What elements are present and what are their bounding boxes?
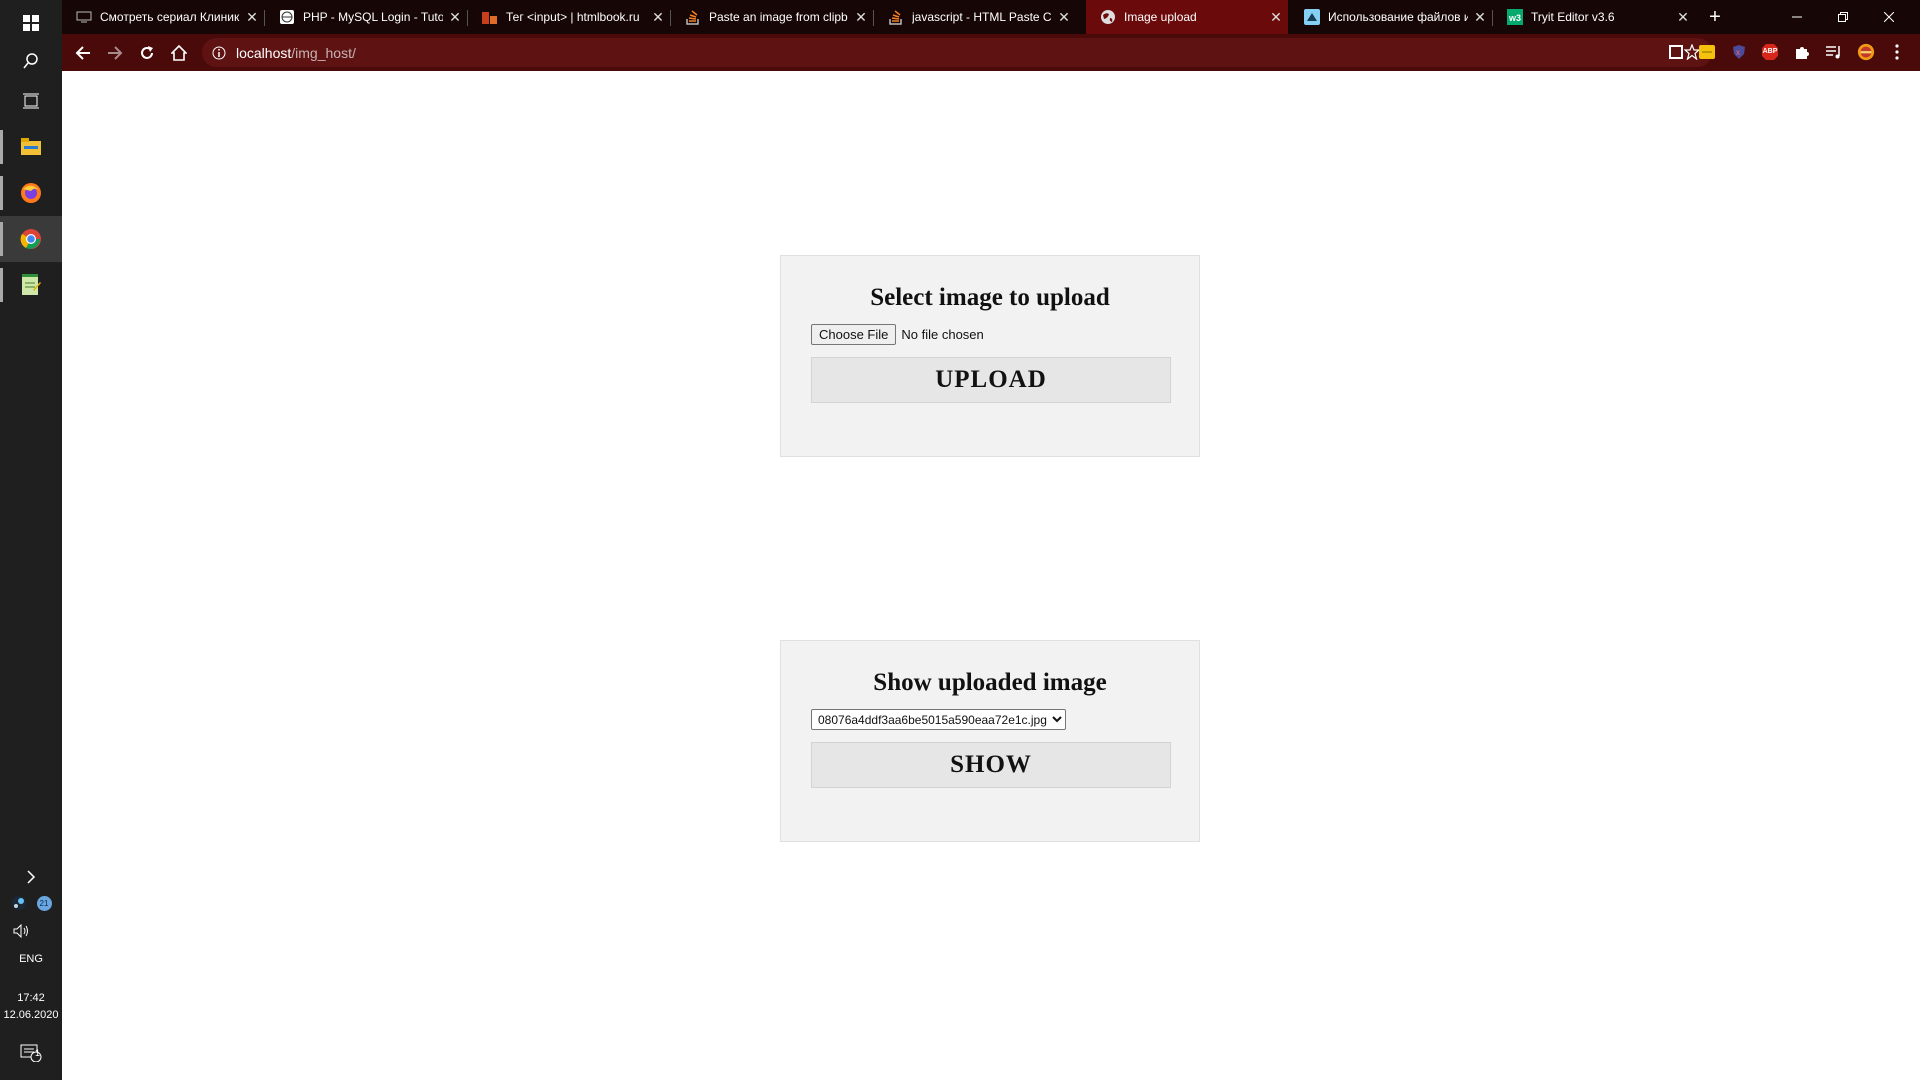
mdn-icon [1304,9,1320,25]
globe-icon [279,9,295,25]
new-tab-button[interactable]: + [1697,0,1733,34]
close-icon[interactable]: ✕ [1264,9,1288,26]
upload-heading: Select image to upload [870,284,1110,311]
upload-button[interactable]: UPLOAD [811,357,1171,403]
windows-taskbar: 21 ENG 17:42 12.06.2020 1 [0,0,62,1080]
image-select[interactable]: 08076a4ddf3aa6be5015a590eaa72e1c.jpg [811,709,1066,730]
clock-date[interactable]: 12.06.2020 [0,1009,62,1021]
close-window-button[interactable] [1866,0,1912,34]
tab-title: PHP - MySQL Login - Tuto [303,10,443,24]
stackoverflow-icon [685,9,701,25]
tab-5[interactable]: Image upload ✕ [1086,0,1288,34]
show-form: Show uploaded image 08076a4ddf3aa6be5015… [780,640,1200,842]
tray-badge[interactable]: 21 [36,895,52,911]
tab-title: javascript - HTML Paste Cl [912,10,1052,24]
w3schools-icon: w3 [1507,9,1523,25]
back-button[interactable] [70,40,96,66]
close-icon[interactable]: ✕ [1671,9,1695,26]
extension-notes-icon[interactable] [1698,43,1716,61]
adblock-plus-icon[interactable]: ABP [1761,43,1779,61]
show-button[interactable]: SHOW [811,742,1171,788]
close-icon[interactable]: ✕ [443,9,467,26]
tab-0[interactable]: Смотреть сериал Клиника ✕ [62,0,264,34]
show-heading: Show uploaded image [873,669,1107,696]
stackoverflow-icon [888,9,904,25]
tray-icons: 21 [0,886,62,920]
clock-time[interactable]: 17:42 [0,992,62,1004]
browser-tabstrip: Смотреть сериал Клиника ✕ PHP - MySQL Lo… [62,0,1920,34]
tab-title: Image upload [1124,10,1197,24]
tab-title: Tryit Editor v3.6 [1531,10,1615,24]
close-icon[interactable]: ✕ [849,9,873,26]
tab-title: Тег <input> | htmlbook.ru [506,10,640,24]
globe-icon [1100,9,1116,25]
minimize-button[interactable] [1774,0,1820,34]
file-status-text: No file chosen [901,327,984,342]
tab-3[interactable]: Paste an image from clipb ✕ [671,0,873,34]
tab-2[interactable]: Тег <input> | htmlbook.ru ✕ [468,0,670,34]
steam-icon[interactable] [11,895,27,911]
browser-toolbar: localhost/img_host/ x ABP [62,34,1920,71]
extension-shield-icon[interactable]: x [1730,43,1748,61]
chrome-icon[interactable] [0,216,62,262]
url-path: /img_host/ [291,44,356,61]
notification-count: 1 [35,1048,41,1058]
web-page: Select image to upload Choose File No fi… [62,71,1920,1080]
svg-text:x: x [1736,48,1740,57]
abp-label: ABP [1762,48,1778,55]
firefox-icon[interactable] [0,170,62,216]
forward-button[interactable] [102,40,128,66]
svg-text:w3: w3 [1508,13,1521,23]
tab-7[interactable]: w3 Tryit Editor v3.6 ✕ [1493,0,1695,34]
htmlbook-icon [482,9,498,25]
upload-form: Select image to upload Choose File No fi… [780,255,1200,457]
tab-title: Смотреть сериал Клиника [100,10,240,24]
tab-title: Использование файлов и [1328,10,1468,24]
file-explorer-icon[interactable] [0,124,62,170]
task-view-icon[interactable] [0,78,62,124]
file-input[interactable]: Choose File No file chosen [811,324,1169,345]
tab-4[interactable]: javascript - HTML Paste Cl ✕ [874,0,1076,34]
close-icon[interactable]: ✕ [240,9,264,26]
tab-title: Paste an image from clipb [709,10,848,24]
address-bar[interactable]: localhost/img_host/ [202,38,1712,67]
home-button[interactable] [166,40,192,66]
menu-kebab-icon[interactable] [1888,43,1906,61]
volume-icon[interactable] [0,916,62,946]
close-icon[interactable]: ✕ [1052,9,1076,26]
restore-button[interactable] [1820,0,1866,34]
tab-1[interactable]: PHP - MySQL Login - Tuto ✕ [265,0,467,34]
media-control-icon[interactable] [1825,43,1843,61]
monitor-icon [76,9,92,25]
close-icon[interactable]: ✕ [646,9,670,26]
info-icon[interactable] [212,46,226,60]
choose-file-button[interactable]: Choose File [811,324,897,345]
extension-square-icon[interactable] [1667,43,1685,61]
action-center-icon[interactable]: 1 [0,1036,62,1070]
reload-button[interactable] [134,40,160,66]
url-text: localhost/img_host/ [236,45,356,61]
url-host: localhost [236,44,292,61]
tab-6[interactable]: Использование файлов и ✕ [1290,0,1492,34]
notepad-icon[interactable] [0,262,62,308]
extensions-puzzle-icon[interactable] [1793,43,1811,61]
language-indicator[interactable]: ENG [0,953,62,965]
close-icon[interactable]: ✕ [1468,9,1492,26]
profile-avatar-icon[interactable] [1857,43,1875,61]
